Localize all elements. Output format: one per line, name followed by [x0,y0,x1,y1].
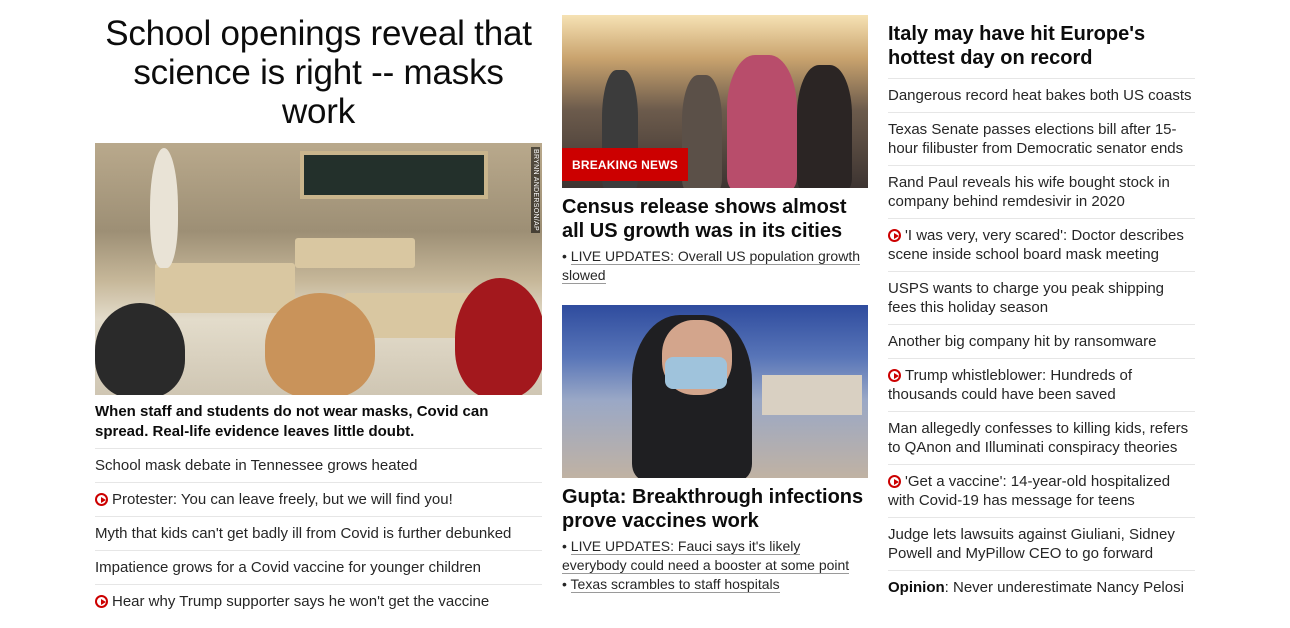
list-item[interactable]: Texas Senate passes elections bill after… [888,112,1195,165]
census-headline-link[interactable]: Census release shows almost all US growt… [562,195,868,243]
related-link[interactable]: Impatience grows for a Covid vaccine for… [95,559,481,576]
list-item[interactable]: Judge lets lawsuits against Giuliani, Si… [888,517,1195,570]
list-item[interactable]: USPS wants to charge you peak shipping f… [888,271,1195,324]
bullet-link[interactable]: LIVE UPDATES: Fauci says it's likely eve… [562,538,850,574]
list-item[interactable]: School mask debate in Tennessee grows he… [95,448,542,482]
gupta-headline: Gupta: Breakthrough infections prove vac… [562,486,864,532]
lead-subheadline: When staff and students do not wear mask… [95,403,489,440]
bullet-link[interactable]: Texas scrambles to staff hospitals [570,576,780,593]
side-headline: Italy may have hit Europe's hottest day … [888,23,1146,69]
list-item[interactable]: Myth that kids can't get badly ill from … [95,516,542,550]
lead-story: School openings reveal that science is r… [95,0,542,618]
right-column: Italy may have hit Europe's hottest day … [888,0,1195,604]
gupta-image[interactable] [562,305,868,478]
headline-link[interactable]: Rand Paul reveals his wife bought stock … [888,174,1170,210]
census-image[interactable]: BREAKING NEWS [562,15,868,188]
census-card: BREAKING NEWS Census release shows almos… [562,15,868,285]
chalkboard [300,151,488,199]
play-icon [95,595,108,608]
headline-list: Dangerous record heat bakes both US coas… [888,78,1195,604]
list-item[interactable]: 'Get a vaccine': 14-year-old hospitalize… [888,464,1195,517]
middle-column: BREAKING NEWS Census release shows almos… [562,0,868,594]
lead-related-list: School mask debate in Tennessee grows he… [95,448,542,618]
lead-headline-link[interactable]: School openings reveal that science is r… [95,14,542,131]
headline-link[interactable]: Trump whistleblower: Hundreds of thousan… [888,367,1132,403]
lead-headline: School openings reveal that science is r… [105,14,532,131]
list-item[interactable]: • LIVE UPDATES: Fauci says it's likely e… [562,537,868,575]
play-icon [888,369,901,382]
headline-link[interactable]: USPS wants to charge you peak shipping f… [888,280,1164,316]
related-link[interactable]: School mask debate in Tennessee grows he… [95,457,417,474]
list-item[interactable]: Dangerous record heat bakes both US coas… [888,78,1195,112]
headline-link[interactable]: 'Get a vaccine': 14-year-old hospitalize… [888,473,1170,509]
lead-subheadline-link[interactable]: When staff and students do not wear mask… [95,402,542,442]
breaking-news-badge: BREAKING NEWS [562,148,688,181]
headline-link[interactable]: Judge lets lawsuits against Giuliani, Si… [888,526,1175,562]
headline-link[interactable]: 'I was very, very scared': Doctor descri… [888,227,1184,263]
list-item[interactable]: Man allegedly confesses to killing kids,… [888,411,1195,464]
opinion-link[interactable]: Opinion: Never underestimate Nancy Pelos… [888,579,1184,596]
headline-link[interactable]: Another big company hit by ransomware [888,333,1156,350]
list-item[interactable]: Impatience grows for a Covid vaccine for… [95,550,542,584]
mask [665,357,727,389]
gupta-bullets: • LIVE UPDATES: Fauci says it's likely e… [562,537,868,594]
headline-link[interactable]: Dangerous record heat bakes both US coas… [888,87,1192,104]
list-item[interactable]: Protester: You can leave freely, but we … [95,482,542,516]
bullet-link[interactable]: LIVE UPDATES: Overall US population grow… [562,248,860,284]
list-item[interactable]: 'I was very, very scared': Doctor descri… [888,218,1195,271]
related-link[interactable]: Protester: You can leave freely, but we … [95,491,453,508]
play-icon [888,475,901,488]
headline-link[interactable]: Texas Senate passes elections bill after… [888,121,1183,157]
list-item[interactable]: Another big company hit by ransomware [888,324,1195,358]
related-link[interactable]: Hear why Trump supporter says he won't g… [95,593,489,610]
list-item[interactable]: Hear why Trump supporter says he won't g… [95,584,542,618]
gupta-headline-link[interactable]: Gupta: Breakthrough infections prove vac… [562,485,868,533]
list-item[interactable]: Opinion: Never underestimate Nancy Pelos… [888,570,1195,604]
list-item[interactable]: Rand Paul reveals his wife bought stock … [888,165,1195,218]
opinion-label: Opinion [888,579,945,596]
list-item[interactable]: • Texas scrambles to staff hospitals [562,575,868,594]
headline-link[interactable]: Man allegedly confesses to killing kids,… [888,420,1188,456]
list-item[interactable]: • LIVE UPDATES: Overall US population gr… [562,247,868,285]
census-headline: Census release shows almost all US growt… [562,196,847,242]
lead-image[interactable]: BRYNN ANDERSON/AP [95,143,542,395]
gupta-card: Gupta: Breakthrough infections prove vac… [562,305,868,594]
play-icon [95,493,108,506]
play-icon [888,229,901,242]
image-credit: BRYNN ANDERSON/AP [531,147,540,233]
census-bullets: • LIVE UPDATES: Overall US population gr… [562,247,868,285]
related-link[interactable]: Myth that kids can't get badly ill from … [95,525,511,542]
side-headline-link[interactable]: Italy may have hit Europe's hottest day … [888,22,1195,70]
list-item[interactable]: Trump whistleblower: Hundreds of thousan… [888,358,1195,411]
